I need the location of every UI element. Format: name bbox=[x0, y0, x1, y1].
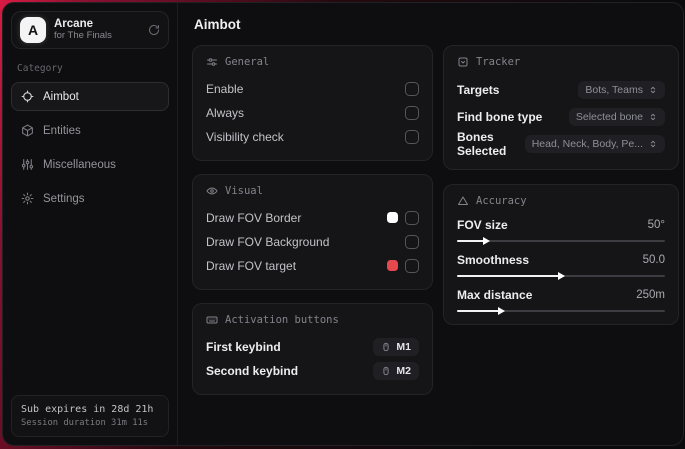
sidebar-item-miscellaneous[interactable]: Miscellaneous bbox=[11, 150, 169, 179]
sidebar-item-label: Aimbot bbox=[43, 90, 79, 103]
sub-expiry-text: Sub expires in 28d 21h bbox=[21, 403, 154, 415]
card-title: Tracker bbox=[476, 56, 521, 68]
setting-row: Targets Bots, Teams bbox=[457, 77, 665, 103]
brand-card: A Arcane for The Finals bbox=[11, 11, 169, 49]
fov-size-slider[interactable] bbox=[457, 237, 665, 245]
bones-selected-dropdown[interactable]: Head, Neck, Body, Pe... bbox=[524, 135, 665, 153]
slider-row: Smoothness 50.0 bbox=[457, 251, 665, 280]
draw-fov-target-checkbox[interactable] bbox=[405, 258, 419, 273]
setting-row: Draw FOV target bbox=[206, 254, 419, 277]
setting-row: Draw FOV Border bbox=[206, 206, 419, 229]
brand-subtitle: for The Finals bbox=[54, 30, 112, 42]
sliders-horizontal-icon bbox=[206, 56, 218, 68]
draw-fov-border-checkbox[interactable] bbox=[405, 210, 419, 225]
entities-icon bbox=[21, 124, 34, 137]
setting-row: Always bbox=[206, 101, 419, 124]
eye-icon bbox=[206, 185, 218, 197]
refresh-icon[interactable] bbox=[148, 24, 160, 36]
mouse-icon bbox=[381, 342, 391, 352]
general-card: General Enable Always Visibility check bbox=[192, 45, 433, 161]
slider-value: 50.0 bbox=[642, 253, 665, 266]
slider-thumb[interactable] bbox=[483, 237, 491, 245]
sidebar-nav: Aimbot Entities Miscellaneous Settings bbox=[11, 82, 169, 213]
brand-logo: A bbox=[20, 17, 46, 43]
setting-row: Visibility check bbox=[206, 125, 419, 148]
sidebar-item-entities[interactable]: Entities bbox=[11, 116, 169, 145]
crosshair-icon bbox=[21, 90, 34, 103]
slider-row: Max distance 250m bbox=[457, 286, 665, 315]
category-label: Category bbox=[17, 63, 63, 74]
sidebar-item-label: Miscellaneous bbox=[43, 158, 116, 171]
chevrons-up-down-icon bbox=[648, 112, 658, 122]
activation-card: Activation buttons First keybind M1 Seco… bbox=[192, 303, 433, 395]
chevrons-up-down-icon bbox=[648, 85, 658, 95]
app-window: A Arcane for The Finals Category Aimbot bbox=[2, 2, 684, 446]
setting-row: Draw FOV Background bbox=[206, 230, 419, 253]
mouse-icon bbox=[381, 366, 391, 376]
card-title: Accuracy bbox=[476, 195, 527, 207]
find-bone-type-dropdown[interactable]: Selected bone bbox=[568, 108, 665, 126]
sidebar-item-label: Entities bbox=[43, 124, 81, 137]
card-title: General bbox=[225, 56, 270, 68]
second-keybind-button[interactable]: M2 bbox=[373, 361, 419, 380]
main-content: Aimbot General Enable Always Visibility … bbox=[178, 3, 683, 445]
always-checkbox[interactable] bbox=[405, 105, 419, 120]
slider-thumb[interactable] bbox=[497, 307, 505, 315]
first-keybind-button[interactable]: M1 bbox=[373, 337, 419, 356]
setting-row: Bones Selected Head, Neck, Body, Pe... bbox=[457, 130, 665, 158]
targets-dropdown[interactable]: Bots, Teams bbox=[578, 81, 665, 99]
visual-card: Visual Draw FOV Border Draw FOV Backgrou… bbox=[192, 174, 433, 290]
keyboard-icon bbox=[206, 314, 218, 326]
accuracy-card: Accuracy FOV size 50° Smoothness 50.0 Ma… bbox=[443, 184, 679, 325]
smoothness-slider[interactable] bbox=[457, 272, 665, 280]
gear-icon bbox=[21, 192, 34, 205]
sidebar: A Arcane for The Finals Category Aimbot bbox=[3, 3, 178, 445]
visibility-check-checkbox[interactable] bbox=[405, 129, 419, 144]
subscription-card: Sub expires in 28d 21h Session duration … bbox=[11, 394, 169, 437]
scan-target-icon bbox=[457, 56, 469, 68]
session-duration-text: Session duration 31m 11s bbox=[21, 417, 149, 428]
max-distance-slider[interactable] bbox=[457, 307, 665, 315]
tracker-card: Tracker Targets Bots, Teams Find bone ty… bbox=[443, 45, 679, 170]
sidebar-item-aimbot[interactable]: Aimbot bbox=[11, 82, 169, 111]
page-title: Aimbot bbox=[194, 17, 241, 32]
enable-checkbox[interactable] bbox=[405, 81, 419, 96]
chevrons-up-down-icon bbox=[648, 139, 658, 149]
fov-border-color-swatch[interactable] bbox=[387, 212, 398, 223]
setting-row: Find bone type Selected bone bbox=[457, 104, 665, 130]
triangle-icon bbox=[457, 195, 469, 207]
fov-target-color-swatch[interactable] bbox=[387, 260, 398, 271]
card-title: Visual bbox=[225, 185, 263, 197]
setting-row: Enable bbox=[206, 77, 419, 100]
slider-row: FOV size 50° bbox=[457, 216, 665, 245]
sidebar-item-label: Settings bbox=[43, 192, 85, 205]
draw-fov-background-checkbox[interactable] bbox=[405, 234, 419, 249]
sliders-vertical-icon bbox=[21, 158, 34, 171]
sidebar-item-settings[interactable]: Settings bbox=[11, 184, 169, 213]
slider-value: 50° bbox=[647, 218, 665, 231]
setting-row: Second keybind M2 bbox=[206, 359, 419, 382]
card-title: Activation buttons bbox=[225, 314, 339, 326]
slider-value: 250m bbox=[636, 288, 665, 301]
setting-row: First keybind M1 bbox=[206, 335, 419, 358]
slider-thumb[interactable] bbox=[558, 272, 565, 280]
